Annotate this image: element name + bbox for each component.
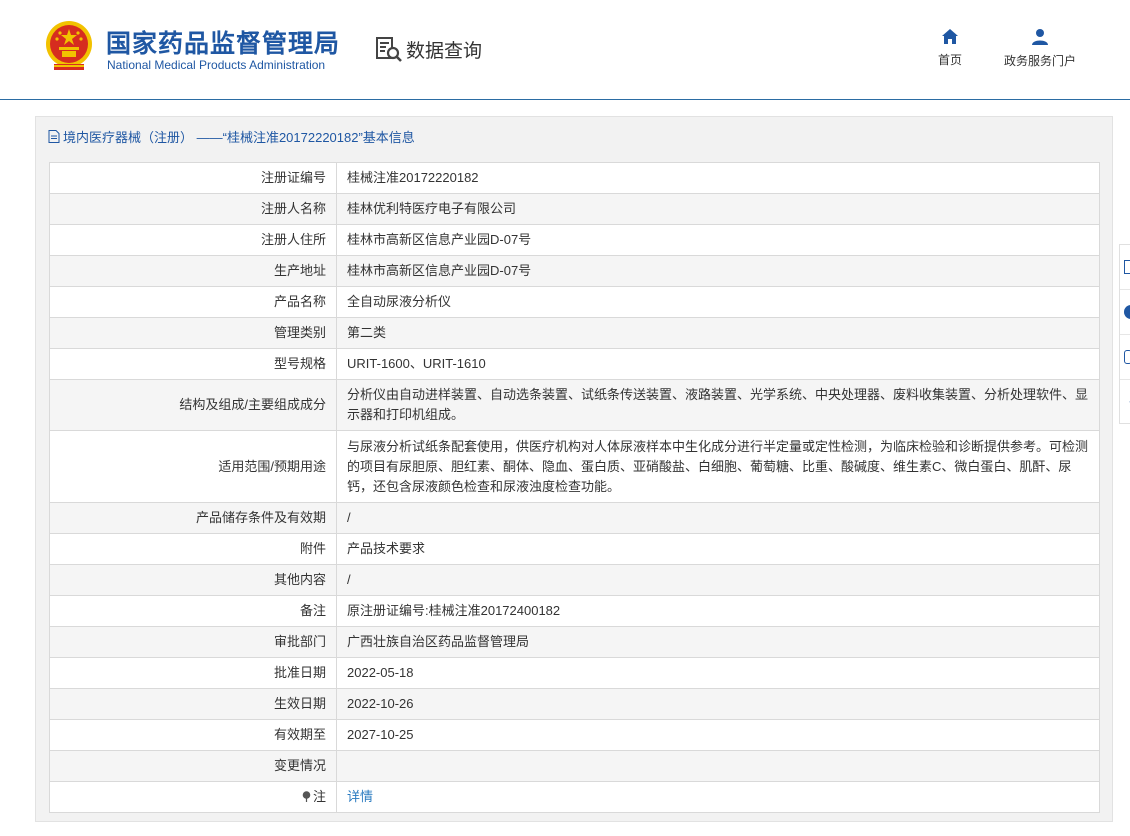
national-emblem-icon [46, 21, 92, 70]
field-label: 结构及组成/主要组成成分 [49, 379, 337, 431]
field-label: 其他内容 [49, 564, 337, 596]
panel-title-text: 境内医疗器械（注册） ——“桂械注准20172220182”基本信息 [63, 130, 415, 145]
table-row: 管理类别 第二类 [49, 317, 1100, 349]
field-label: 适用范围/预期用途 [49, 430, 337, 503]
table-row: 备注 原注册证编号:桂械注准20172400182 [49, 595, 1100, 627]
side-tool-close[interactable] [1120, 380, 1130, 425]
nav-portal-link[interactable]: 政务服务门户 [998, 28, 1082, 69]
user-icon [1032, 29, 1048, 45]
document-icon [48, 130, 60, 143]
field-value: 桂林市高新区信息产业园D-07号 [336, 224, 1100, 256]
side-toolbar [1119, 244, 1130, 424]
table-row: 批准日期 2022-05-18 [49, 657, 1100, 689]
field-value: 第二类 [336, 317, 1100, 349]
field-value: 产品技术要求 [336, 533, 1100, 565]
nav-home-label: 首页 [937, 53, 962, 67]
field-label: 有效期至 [49, 719, 337, 751]
field-value: 与尿液分析试纸条配套使用，供医疗机构对人体尿液样本中生化成分进行半定量或定性检测… [336, 430, 1100, 503]
table-row: 附件 产品技术要求 [49, 533, 1100, 565]
home-icon [942, 29, 958, 44]
field-value: 全自动尿液分析仪 [336, 286, 1100, 318]
field-label: 变更情况 [49, 750, 337, 782]
table-row: 产品名称 全自动尿液分析仪 [49, 286, 1100, 318]
field-value: 广西壮族自治区药品监督管理局 [336, 626, 1100, 658]
field-label: 注 [312, 789, 326, 804]
field-value: 2022-10-26 [336, 688, 1100, 720]
field-label: 备注 [49, 595, 337, 627]
field-value: 详情 [336, 781, 1100, 813]
nav-portal-label: 政务服务门户 [1003, 54, 1076, 68]
side-tool-phone[interactable] [1120, 335, 1130, 380]
field-label: 型号规格 [49, 348, 337, 380]
data-query-title: 数据查询 [375, 34, 482, 64]
pin-icon [302, 791, 311, 802]
site-logo-cn: 国家药品监督管理局 [106, 30, 341, 58]
field-value: URIT-1600、URIT-1610 [336, 348, 1100, 380]
field-value: / [336, 564, 1100, 596]
field-value: 2022-05-18 [336, 657, 1100, 689]
table-row: 注册人名称 桂林优利特医疗电子有限公司 [49, 193, 1100, 225]
field-value: / [336, 502, 1100, 534]
field-value [336, 750, 1100, 782]
side-phone-icon [1124, 350, 1130, 364]
field-label: 生效日期 [49, 688, 337, 720]
table-row: 注册证编号 桂械注准20172220182 [49, 162, 1100, 194]
nav-home-link[interactable]: 首页 [930, 28, 970, 68]
table-row: 注册人住所 桂林市高新区信息产业园D-07号 [49, 224, 1100, 256]
table-row: 生效日期 2022-10-26 [49, 688, 1100, 720]
field-label: 注册人名称 [49, 193, 337, 225]
site-header: 国家药品监督管理局 National Medical Products Admi… [0, 0, 1130, 100]
side-tool-document[interactable] [1120, 245, 1130, 290]
side-document-icon [1124, 260, 1130, 274]
info-table: 注册证编号 桂械注准20172220182 注册人名称 桂林优利特医疗电子有限公司 … [49, 162, 1100, 813]
field-label: 产品名称 [49, 286, 337, 318]
table-row: 型号规格 URIT-1600、URIT-1610 [49, 348, 1100, 380]
table-row: 其他内容 / [49, 564, 1100, 596]
field-label: 审批部门 [49, 626, 337, 658]
table-row: 产品储存条件及有效期 / [49, 502, 1100, 534]
side-tool-info[interactable] [1120, 290, 1130, 335]
field-value: 分析仪由自动进样装置、自动选条装置、试纸条传送装置、液路装置、光学系统、中央处理… [336, 379, 1100, 431]
field-label: 批准日期 [49, 657, 337, 689]
field-label: 注册证编号 [49, 162, 337, 194]
field-label: 生产地址 [49, 255, 337, 287]
table-row: 注 详情 [49, 781, 1100, 813]
field-value: 2027-10-25 [336, 719, 1100, 751]
side-close-icon [1120, 401, 1130, 417]
field-label: 附件 [49, 533, 337, 565]
detail-panel: 境内医疗器械（注册） ——“桂械注准20172220182”基本信息 注册证编号… [35, 116, 1113, 822]
document-search-icon [376, 37, 402, 62]
field-value: 原注册证编号:桂械注准20172400182 [336, 595, 1100, 627]
side-info-icon [1124, 305, 1130, 319]
site-logo-en: National Medical Products Administration [107, 58, 326, 72]
table-row: 有效期至 2027-10-25 [49, 719, 1100, 751]
note-label-cell: 注 [49, 781, 337, 813]
table-row: 审批部门 广西壮族自治区药品监督管理局 [49, 626, 1100, 658]
table-row: 适用范围/预期用途 与尿液分析试纸条配套使用，供医疗机构对人体尿液样本中生化成分进… [49, 430, 1100, 503]
data-query-label: 数据查询 [406, 40, 483, 62]
field-value: 桂林市高新区信息产业园D-07号 [336, 255, 1100, 287]
field-value: 桂林优利特医疗电子有限公司 [336, 193, 1100, 225]
field-label: 注册人住所 [49, 224, 337, 256]
panel-title: 境内医疗器械（注册） ——“桂械注准20172220182”基本信息 [48, 127, 415, 146]
table-row: 变更情况 [49, 750, 1100, 782]
table-row: 结构及组成/主要组成成分 分析仪由自动进样装置、自动选条装置、试纸条传送装置、液路… [49, 379, 1100, 431]
field-label: 管理类别 [49, 317, 337, 349]
field-value: 桂械注准20172220182 [336, 162, 1100, 194]
table-row: 生产地址 桂林市高新区信息产业园D-07号 [49, 255, 1100, 287]
field-label: 产品储存条件及有效期 [49, 502, 337, 534]
details-link[interactable]: 详情 [347, 789, 373, 804]
